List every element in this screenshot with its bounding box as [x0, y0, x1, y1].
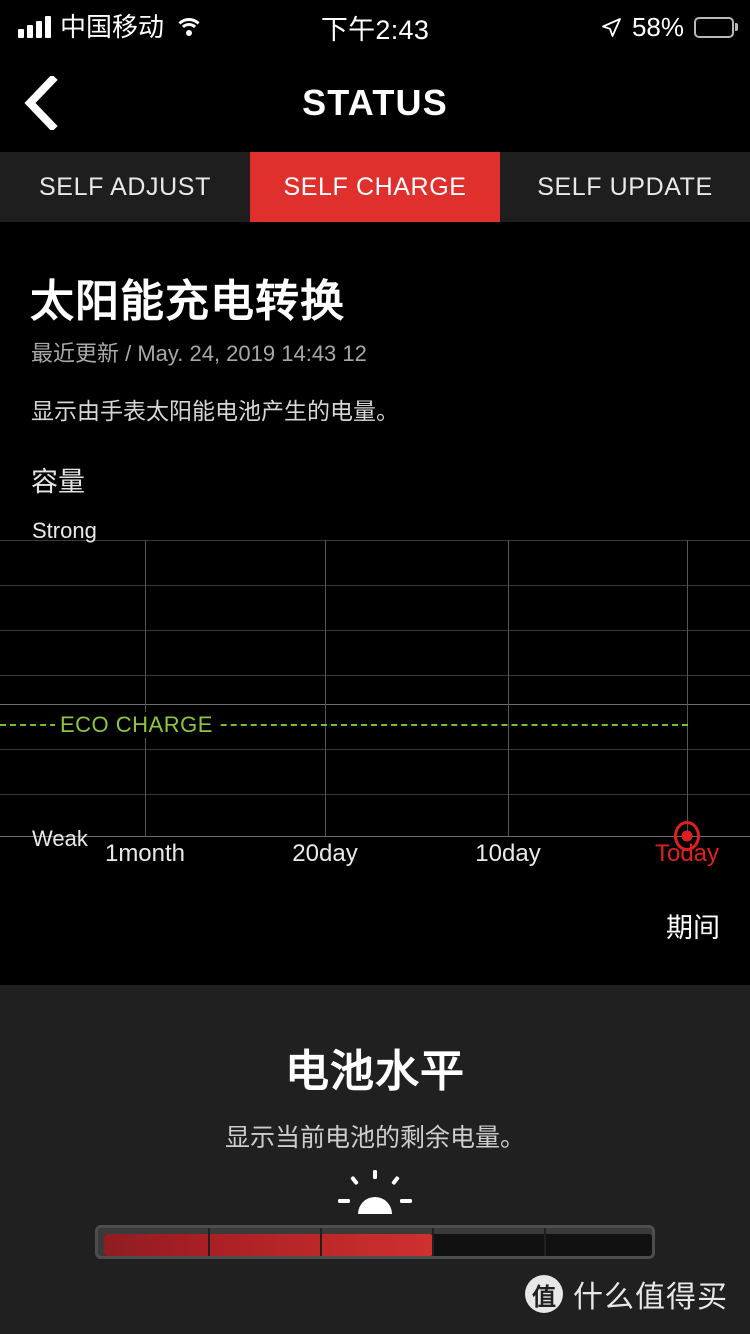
chart-y-axis-title: 容量: [31, 467, 85, 497]
xtick-10day: 10day: [475, 840, 541, 867]
tab-self-update[interactable]: SELF UPDATE: [500, 152, 750, 222]
chart-x-axis-title: 期间: [666, 913, 720, 943]
chart-axis-x: [0, 836, 750, 837]
chart-gridline-v: [508, 540, 509, 836]
xtick-1month: 1month: [104, 840, 186, 867]
tab-self-adjust[interactable]: SELF ADJUST: [0, 152, 250, 222]
chart-x-axis-ticks: 1month 20day 10day Today: [0, 840, 750, 876]
location-arrow-icon: [601, 17, 622, 38]
page-title: STATUS: [302, 82, 448, 123]
status-bar: 中国移动 下午2:43 58%: [0, 0, 750, 54]
solar-charge-section: 太阳能充电转换 最近更新 / May. 24, 2019 14:43 12 显示…: [0, 222, 750, 985]
battery-segment-divider: [320, 1228, 322, 1256]
solar-charge-title: 太阳能充电转换: [30, 277, 345, 326]
chart-gridline-h: [0, 585, 750, 586]
battery-level-description: 显示当前电池的剩余电量。: [224, 1124, 525, 1152]
tab-bar: SELF ADJUST SELF CHARGE SELF UPDATE: [0, 152, 750, 222]
status-bar-right: 58%: [601, 0, 734, 54]
xtick-today: Today: [654, 840, 720, 867]
chart-gridline-v: [145, 540, 146, 836]
chart-gridline-h: [0, 630, 750, 631]
watermark: 值 什么值得买: [525, 1272, 728, 1316]
battery-level-bar[interactable]: [95, 1225, 655, 1259]
last-updated-label: 最近更新 / May. 24, 2019 14:43 12: [31, 341, 367, 366]
chart-gridline-v: [687, 540, 688, 836]
battery-icon: [694, 16, 734, 38]
navigation-bar: STATUS: [0, 54, 750, 152]
battery-percent-label: 58%: [631, 11, 684, 42]
chart-gridline-h: [0, 675, 750, 676]
chart-gridline-h: [0, 704, 750, 705]
battery-segment-divider: [208, 1228, 210, 1256]
sun-icon: [332, 1170, 418, 1216]
battery-level-track: [104, 1234, 652, 1256]
battery-level-fill: [104, 1234, 433, 1256]
battery-level-title: 电池水平: [285, 1047, 465, 1096]
chart-gridline-h: [0, 749, 750, 750]
battery-segment-divider: [432, 1228, 434, 1256]
battery-segment-divider: [544, 1228, 546, 1256]
chart-y-label-strong: Strong: [32, 518, 97, 543]
eco-charge-label: ECO CHARGE: [55, 712, 218, 738]
chart-gridline-h: [0, 794, 750, 795]
chart-gridline-h: [0, 540, 750, 541]
chart-gridline-v: [325, 540, 326, 836]
xtick-20day: 20day: [292, 840, 358, 867]
tab-self-charge[interactable]: SELF CHARGE: [250, 152, 500, 222]
solar-charge-description: 显示由手表太阳能电池产生的电量。: [31, 398, 399, 424]
watermark-logo-icon: 值: [525, 1275, 563, 1313]
watermark-text: 什么值得买: [573, 1281, 728, 1314]
solar-charge-chart[interactable]: Strong Weak ECO CHARGE: [0, 518, 750, 851]
